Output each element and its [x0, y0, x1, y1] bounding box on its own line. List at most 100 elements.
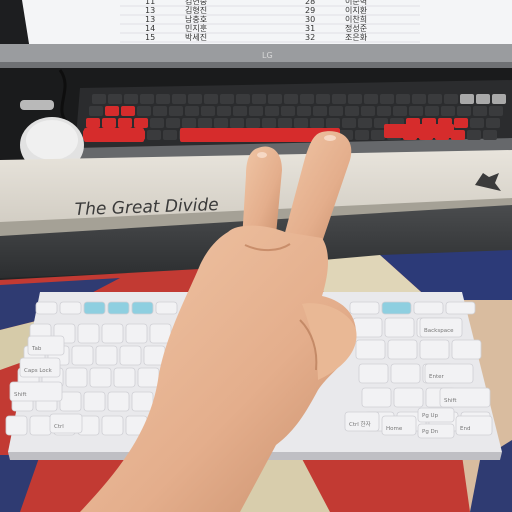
mech-key	[492, 94, 506, 104]
table-cell-name: 이지환	[345, 5, 368, 15]
keyboard-key	[119, 345, 142, 366]
keyboard-key	[393, 387, 424, 408]
mech-key	[358, 118, 372, 128]
table-cell-num: 14	[145, 24, 155, 33]
keyboard-key	[149, 323, 172, 344]
mech-key	[355, 130, 369, 140]
mech-key	[156, 94, 170, 104]
keyboard-key	[131, 391, 154, 412]
mech-key	[384, 124, 454, 138]
key-label: Enter	[429, 374, 445, 380]
keyboard-key	[65, 367, 88, 388]
mech-key	[249, 106, 263, 116]
mech-key	[393, 106, 407, 116]
mech-key	[89, 106, 103, 116]
mech-key	[236, 94, 250, 104]
monitor-screen	[22, 0, 512, 50]
mech-key	[444, 94, 458, 104]
key-label: Ctrl	[54, 424, 64, 430]
keyboard-key	[83, 391, 106, 412]
mech-key	[233, 106, 247, 116]
mech-key	[204, 94, 218, 104]
keyboard-key	[355, 339, 386, 360]
mech-key	[134, 118, 148, 128]
mech-key	[265, 106, 279, 116]
mech-key	[396, 94, 410, 104]
mech-key	[483, 130, 497, 140]
photo-scene: 11 김현중 13 김형진 13 남충호 14 민지훈 15 박세진 28 이준혁 29 이지환 30 이찬희…	[0, 0, 512, 512]
keyboard-key	[137, 367, 160, 388]
mech-key	[460, 94, 474, 104]
mech-key	[252, 94, 266, 104]
mech-key	[166, 118, 180, 128]
mech-key	[118, 118, 132, 128]
table-cell-name: 남충호	[185, 15, 207, 24]
mech-key	[428, 94, 442, 104]
mech-key	[163, 130, 177, 140]
key-label: Pg Up	[422, 413, 439, 419]
mech-key	[182, 118, 196, 128]
mech-key	[476, 94, 490, 104]
key-label: Shift	[14, 392, 27, 398]
mech-key	[214, 118, 228, 128]
key-label: End	[460, 426, 470, 432]
mech-key	[441, 106, 455, 116]
key-label: Tab	[31, 346, 42, 352]
mech-key	[364, 94, 378, 104]
mech-key	[348, 94, 362, 104]
keyboard-key	[381, 301, 412, 315]
keyboard-key	[413, 301, 444, 315]
keyboard-key	[107, 301, 130, 315]
mech-key	[486, 118, 500, 128]
mech-key	[268, 94, 282, 104]
mech-key	[284, 94, 298, 104]
mech-key	[329, 106, 343, 116]
mech-key	[313, 106, 327, 116]
mech-key	[371, 130, 385, 140]
keyboard-key	[59, 301, 82, 315]
keyboard-key	[5, 415, 28, 436]
mech-key	[294, 118, 308, 128]
table-cell-num: 13	[145, 6, 155, 15]
mech-key	[230, 118, 244, 128]
mech-key	[470, 118, 484, 128]
keyboard-key	[113, 367, 136, 388]
mech-key	[454, 118, 468, 128]
keyboard-key	[89, 367, 112, 388]
mech-key	[153, 106, 167, 116]
scene-svg: 11 김현중13 김형진13 남충호14 민지훈15 박세진28 이준혁29 이지환30 이찬희…	[0, 0, 512, 512]
keyboard-key	[390, 363, 421, 384]
table-cell-num: 30	[305, 15, 315, 24]
mech-key	[457, 106, 471, 116]
key-label: Backspace	[424, 328, 454, 334]
table-cell-name: 정성준	[345, 23, 367, 33]
mech-key	[281, 106, 295, 116]
table-cell-name: 박세진	[185, 32, 207, 42]
key-label: Caps Lock	[24, 368, 53, 374]
mech-key	[310, 118, 324, 128]
mech-key	[345, 106, 359, 116]
keyboard-key	[35, 301, 58, 315]
mech-key	[169, 106, 183, 116]
table-cell-num: 32	[305, 33, 315, 42]
mech-key	[262, 118, 276, 128]
keyboard-key	[384, 317, 415, 338]
mech-key	[361, 106, 375, 116]
table-cell-num: 31	[305, 24, 315, 33]
keyboard-key	[349, 301, 380, 315]
keyboard-key	[71, 345, 94, 366]
mech-key	[380, 94, 394, 104]
mech-key	[121, 106, 135, 116]
mech-key	[188, 94, 202, 104]
mech-key	[220, 94, 234, 104]
mech-key	[217, 106, 231, 116]
mech-key	[467, 130, 481, 140]
keyboard-key	[101, 415, 124, 436]
mech-key	[412, 94, 426, 104]
mech-key	[425, 106, 439, 116]
mech-key	[102, 118, 116, 128]
mech-key	[300, 94, 314, 104]
key-label: Shift	[444, 398, 457, 404]
key-label: Home	[386, 426, 403, 432]
keyboard-key	[419, 339, 450, 360]
